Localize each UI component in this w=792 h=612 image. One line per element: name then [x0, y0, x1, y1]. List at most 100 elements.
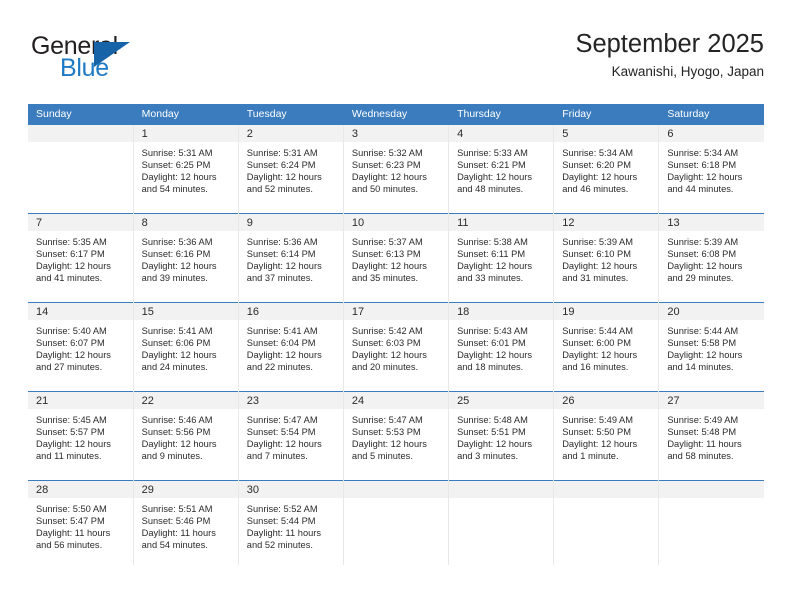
- calendar-cell[interactable]: 27 Sunrise: 5:49 AM Sunset: 5:48 PM Dayligh…: [658, 391, 764, 481]
- daylight-text-line1: Daylight: 12 hours: [36, 439, 111, 450]
- day-details: Sunrise: 5:47 AM Sunset: 5:54 PM Daylight:…: [239, 409, 343, 462]
- daylight-text-line2: and 29 minutes.: [667, 273, 734, 284]
- weekday-header-sunday: Sunday: [28, 104, 134, 125]
- day-details: Sunrise: 5:49 AM Sunset: 5:50 PM Daylight:…: [554, 409, 658, 462]
- sunrise-text: Sunrise: 5:42 AM: [351, 326, 423, 336]
- day-number: 8: [133, 214, 238, 231]
- sunrise-text: Sunrise: 5:37 AM: [351, 237, 423, 247]
- calendar-cell[interactable]: 20 Sunrise: 5:44 AM Sunset: 5:58 PM Dayligh…: [658, 302, 764, 392]
- daylight-text-line1: Daylight: 12 hours: [141, 350, 217, 361]
- sunset-text: Sunset: 6:14 PM: [246, 249, 316, 260]
- calendar-cell[interactable]: 28 Sunrise: 5:50 AM Sunset: 5:47 PM Dayligh…: [28, 480, 134, 565]
- day-cell: 27 Sunrise: 5:49 AM Sunset: 5:48 PM Dayligh…: [659, 392, 764, 480]
- daylight-text-line1: Daylight: 12 hours: [457, 350, 532, 361]
- day-details: Sunrise: 5:51 AM Sunset: 5:46 PM Daylight:…: [134, 498, 238, 551]
- calendar-cell[interactable]: [553, 480, 659, 565]
- calendar-cell[interactable]: 26 Sunrise: 5:49 AM Sunset: 5:50 PM Dayligh…: [553, 391, 659, 481]
- sunrise-text: Sunrise: 5:31 AM: [141, 148, 213, 158]
- calendar-cell[interactable]: 12 Sunrise: 5:39 AM Sunset: 6:10 PM Dayligh…: [553, 213, 659, 303]
- day-cell: 24 Sunrise: 5:47 AM Sunset: 5:53 PM Dayligh…: [343, 392, 449, 480]
- day-cell: 14 Sunrise: 5:40 AM Sunset: 6:07 PM Dayligh…: [28, 303, 133, 391]
- calendar-cell[interactable]: 3 Sunrise: 5:32 AM Sunset: 6:23 PM Daylight…: [342, 125, 449, 214]
- weekday-header-friday: Friday: [553, 104, 659, 125]
- calendar-week-row: 28 Sunrise: 5:50 AM Sunset: 5:47 PM Dayligh…: [28, 480, 764, 565]
- calendar-cell[interactable]: 5 Sunrise: 5:34 AM Sunset: 6:20 PM Daylight…: [553, 125, 659, 214]
- daylight-text-line1: Daylight: 12 hours: [667, 350, 743, 361]
- calendar-cell[interactable]: 15 Sunrise: 5:41 AM Sunset: 6:06 PM Dayligh…: [132, 302, 239, 392]
- calendar-cell[interactable]: 23 Sunrise: 5:47 AM Sunset: 5:54 PM Dayligh…: [237, 391, 344, 481]
- day-cell: 30 Sunrise: 5:52 AM Sunset: 5:44 PM Dayligh…: [238, 481, 343, 565]
- day-details: Sunrise: 5:50 AM Sunset: 5:47 PM Daylight:…: [28, 498, 133, 551]
- calendar-cell[interactable]: 24 Sunrise: 5:47 AM Sunset: 5:53 PM Dayligh…: [342, 391, 449, 481]
- calendar-cell[interactable]: [342, 480, 449, 565]
- calendar-cell[interactable]: 1 Sunrise: 5:31 AM Sunset: 6:25 PM Daylight…: [132, 125, 239, 214]
- daylight-text-line1: Daylight: 11 hours: [246, 528, 322, 539]
- calendar-cell[interactable]: 18 Sunrise: 5:43 AM Sunset: 6:01 PM Dayligh…: [448, 302, 554, 392]
- daylight-text-line1: Daylight: 11 hours: [667, 439, 742, 450]
- calendar-cell[interactable]: 13 Sunrise: 5:39 AM Sunset: 6:08 PM Dayligh…: [658, 213, 764, 303]
- calendar-cell[interactable]: [28, 125, 134, 214]
- weekday-header-monday: Monday: [132, 104, 239, 125]
- day-cell-empty: [659, 481, 764, 565]
- calendar-cell[interactable]: 2 Sunrise: 5:31 AM Sunset: 6:24 PM Daylight…: [237, 125, 344, 214]
- calendar-cell[interactable]: 16 Sunrise: 5:41 AM Sunset: 6:04 PM Dayligh…: [237, 302, 344, 392]
- general-blue-logo[interactable]: General Blue: [28, 32, 228, 88]
- day-cell: 15 Sunrise: 5:41 AM Sunset: 6:06 PM Dayligh…: [133, 303, 238, 391]
- daylight-text-line2: and 56 minutes.: [36, 540, 103, 551]
- sunset-text: Sunset: 5:57 PM: [36, 427, 105, 438]
- day-cell: 25 Sunrise: 5:48 AM Sunset: 5:51 PM Dayligh…: [449, 392, 554, 480]
- sunrise-text: Sunrise: 5:48 AM: [457, 415, 528, 425]
- calendar-cell[interactable]: 7 Sunrise: 5:35 AM Sunset: 6:17 PM Daylight…: [28, 213, 134, 303]
- day-number: 3: [343, 125, 449, 142]
- calendar-cell[interactable]: 17 Sunrise: 5:42 AM Sunset: 6:03 PM Dayligh…: [342, 302, 449, 392]
- day-number: 27: [659, 392, 764, 409]
- sunset-text: Sunset: 6:20 PM: [562, 160, 631, 171]
- weekday-header-thursday: Thursday: [448, 104, 554, 125]
- sunrise-text: Sunrise: 5:32 AM: [351, 148, 423, 158]
- sunrise-text: Sunrise: 5:31 AM: [246, 148, 318, 158]
- day-details: [449, 498, 553, 503]
- sunrise-text: Sunrise: 5:33 AM: [457, 148, 528, 158]
- daylight-text-line2: and 14 minutes.: [667, 362, 734, 373]
- day-cell: 2 Sunrise: 5:31 AM Sunset: 6:24 PM Daylight…: [238, 125, 343, 213]
- calendar-cell[interactable]: 25 Sunrise: 5:48 AM Sunset: 5:51 PM Dayligh…: [448, 391, 554, 481]
- day-number: [449, 481, 554, 498]
- calendar-cell[interactable]: 22 Sunrise: 5:46 AM Sunset: 5:56 PM Dayligh…: [132, 391, 239, 481]
- calendar-cell[interactable]: [448, 480, 554, 565]
- calendar-cell[interactable]: 21 Sunrise: 5:45 AM Sunset: 5:57 PM Dayligh…: [28, 391, 134, 481]
- day-number: 14: [28, 303, 133, 320]
- day-cell-empty: [28, 125, 133, 213]
- daylight-text-line1: Daylight: 12 hours: [246, 172, 322, 183]
- sunrise-text: Sunrise: 5:39 AM: [562, 237, 634, 247]
- sunset-text: Sunset: 5:51 PM: [457, 427, 526, 438]
- day-cell: 5 Sunrise: 5:34 AM Sunset: 6:20 PM Daylight…: [554, 125, 659, 213]
- calendar-cell[interactable]: 4 Sunrise: 5:33 AM Sunset: 6:21 PM Daylight…: [448, 125, 554, 214]
- daylight-text-line1: Daylight: 12 hours: [562, 350, 638, 361]
- calendar-cell[interactable]: 30 Sunrise: 5:52 AM Sunset: 5:44 PM Dayligh…: [237, 480, 344, 565]
- calendar-cell[interactable]: 8 Sunrise: 5:36 AM Sunset: 6:16 PM Daylight…: [132, 213, 239, 303]
- calendar-cell[interactable]: 9 Sunrise: 5:36 AM Sunset: 6:14 PM Daylight…: [237, 213, 344, 303]
- sunset-text: Sunset: 5:50 PM: [562, 427, 631, 438]
- calendar-cell[interactable]: [658, 480, 764, 565]
- calendar-cell[interactable]: 19 Sunrise: 5:44 AM Sunset: 6:00 PM Dayligh…: [553, 302, 659, 392]
- sunrise-text: Sunrise: 5:34 AM: [562, 148, 634, 158]
- calendar-cell[interactable]: 14 Sunrise: 5:40 AM Sunset: 6:07 PM Dayligh…: [28, 302, 134, 392]
- day-details: Sunrise: 5:33 AM Sunset: 6:21 PM Daylight:…: [449, 142, 553, 195]
- day-number: 1: [133, 125, 238, 142]
- calendar-cell[interactable]: 29 Sunrise: 5:51 AM Sunset: 5:46 PM Dayligh…: [132, 480, 239, 565]
- sunset-text: Sunset: 5:47 PM: [36, 516, 105, 527]
- sunset-text: Sunset: 6:25 PM: [141, 160, 211, 171]
- calendar-cell[interactable]: 11 Sunrise: 5:38 AM Sunset: 6:11 PM Dayligh…: [448, 213, 554, 303]
- sunrise-text: Sunrise: 5:39 AM: [667, 237, 739, 247]
- day-details: Sunrise: 5:36 AM Sunset: 6:14 PM Daylight:…: [239, 231, 343, 284]
- page-subtitle: Kawanishi, Hyogo, Japan: [611, 64, 764, 79]
- weekday-header-wednesday: Wednesday: [342, 104, 449, 125]
- sunset-text: Sunset: 5:56 PM: [141, 427, 211, 438]
- calendar-cell[interactable]: 10 Sunrise: 5:37 AM Sunset: 6:13 PM Dayligh…: [342, 213, 449, 303]
- day-details: Sunrise: 5:35 AM Sunset: 6:17 PM Daylight:…: [28, 231, 133, 284]
- sunset-text: Sunset: 6:01 PM: [457, 338, 526, 349]
- sunset-text: Sunset: 5:46 PM: [141, 516, 211, 527]
- daylight-text-line1: Daylight: 12 hours: [351, 439, 427, 450]
- calendar-cell[interactable]: 6 Sunrise: 5:34 AM Sunset: 6:18 PM Daylight…: [658, 125, 764, 214]
- weekday-header-row: Sunday Monday Tuesday Wednesday Thursday…: [28, 104, 764, 125]
